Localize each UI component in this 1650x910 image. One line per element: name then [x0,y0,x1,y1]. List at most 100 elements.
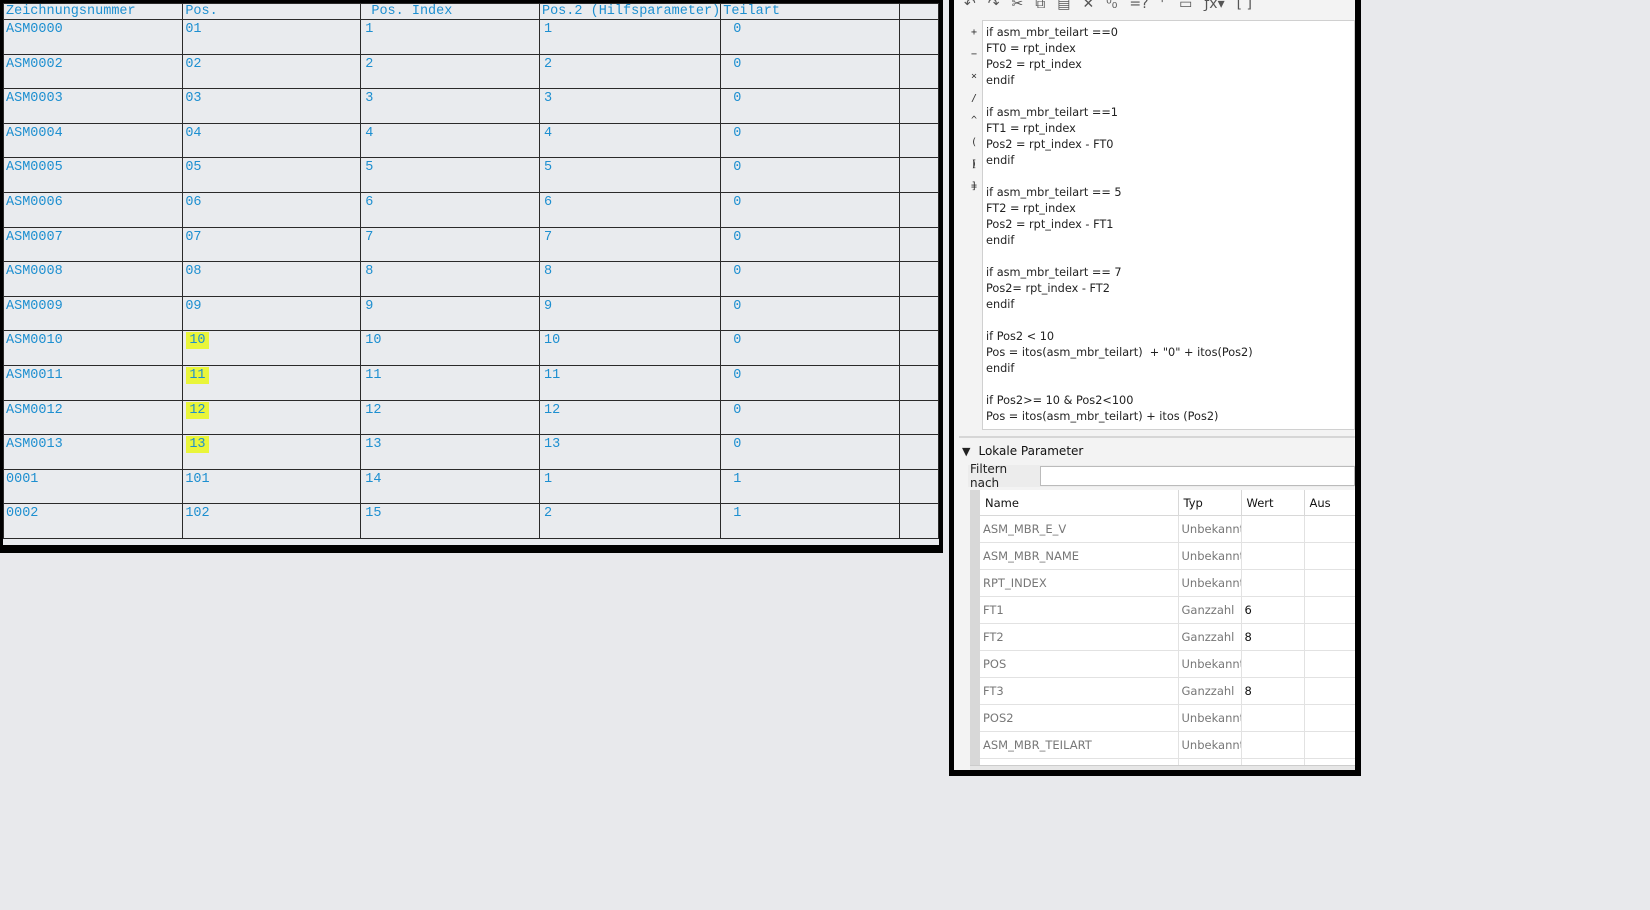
cell-pos-index[interactable]: 6 [360,191,540,228]
code-line[interactable]: if asm_mbr_teilart == 7 [986,265,1354,281]
cell-pos2[interactable]: 1 [538,19,722,55]
cell-teilart[interactable]: 0 [720,88,900,124]
cell-teilart[interactable]: 0 [720,53,900,90]
cell-pos2[interactable]: 2 [538,503,722,539]
local-parameters-header[interactable]: ▼ Lokale Parameter [959,436,1355,464]
table-row[interactable]: ASM0003 03 3 3 0 [3,88,939,124]
function-icon[interactable]: ƒx▾ [1204,0,1224,16]
table-row[interactable]: ASM0008 08 8 8 0 [3,261,939,297]
cell-pos-index[interactable]: 5 [360,157,540,193]
cell-pos2[interactable]: 6 [538,191,722,228]
code-line[interactable] [986,249,1354,265]
cell-pos-index[interactable]: 2 [360,53,540,90]
verify-icon[interactable]: =? [1129,0,1148,16]
param-column-aus[interactable]: Aus [1304,490,1355,516]
cell-zeichnungsnummer[interactable]: 0001 [3,468,184,505]
cell-pos[interactable]: 03 [182,88,362,124]
param-wert[interactable]: 8 [1241,623,1305,651]
cell-zeichnungsnummer[interactable]: ASM0002 [3,53,184,90]
cell-pos-index[interactable]: 7 [360,226,540,263]
insert-number-icon[interactable]: ⁰₀ [1106,0,1117,16]
code-line[interactable]: FT2 = rpt_index [986,201,1354,217]
cell-pos2[interactable]: 5 [538,157,722,193]
code-line[interactable]: if Pos2 < 10 [986,329,1354,345]
cell-pos2[interactable]: 10 [538,330,722,366]
parameter-row[interactable]: ASM_MBR_E_V Unbekannt [980,515,1355,543]
code-line[interactable]: Pos2 = rpt_index - FT0 [986,137,1354,153]
code-line[interactable]: FT0 = rpt_index [986,41,1354,57]
paste-icon[interactable]: ▤ [1057,0,1070,16]
code-line[interactable]: endif [986,73,1354,89]
table-row[interactable]: ASM0009 09 9 9 0 [3,295,939,332]
cell-pos-index[interactable]: 3 [360,88,540,124]
cell-pos[interactable]: 02 [182,53,362,90]
cell-pos[interactable]: 10 [182,330,362,366]
cell-teilart[interactable]: 0 [720,364,900,401]
parameter-row[interactable]: POS2 Unbekannt [980,704,1355,732]
table-row[interactable]: ASM0010 10 10 10 0 [3,330,939,366]
cell-pos[interactable]: 05 [182,157,362,193]
cell-teilart[interactable]: 0 [720,295,900,332]
cell-pos-index[interactable]: 12 [360,399,540,436]
code-line[interactable]: endif [986,297,1354,313]
cell-pos[interactable]: 102 [182,503,362,539]
table-row[interactable]: ASM0007 07 7 7 0 [3,226,939,263]
cell-zeichnungsnummer[interactable]: ASM0005 [3,157,184,193]
cell-pos[interactable]: 09 [182,295,362,332]
code-line[interactable] [986,377,1354,393]
parameter-row[interactable]: FT2 Ganzzahl 8 [980,623,1355,651]
code-line[interactable]: endif [986,361,1354,377]
code-line[interactable]: Pos2= rpt_index - FT2 [986,281,1354,297]
column-header-pos2[interactable]: Pos.2 (Hilfsparameter) [538,3,722,20]
cell-zeichnungsnummer[interactable]: ASM0011 [3,364,184,401]
copy-icon[interactable]: ⧉ [1035,0,1045,16]
param-wert[interactable] [1241,650,1305,678]
param-wert[interactable] [1241,515,1305,543]
cell-pos[interactable]: 11 [182,364,362,401]
filter-input[interactable] [1040,466,1355,486]
code-line[interactable]: if asm_mbr_teilart ==0 [986,25,1354,41]
cell-pos-index[interactable]: 1 [360,19,540,55]
cell-pos-index[interactable]: 10 [360,330,540,366]
cell-pos-index[interactable]: 15 [360,503,540,539]
parameter-row[interactable]: ASM_MBR_TEILART Unbekannt [980,731,1355,759]
cell-teilart[interactable]: 0 [720,261,900,297]
cell-teilart[interactable]: 0 [720,157,900,193]
operator-minus-button[interactable]: − [965,44,983,66]
param-column-name[interactable]: Name [980,490,1179,516]
redo-icon[interactable]: ↷ [988,0,1000,16]
param-wert[interactable]: 6 [1241,596,1305,624]
cell-pos[interactable]: 07 [182,226,362,263]
column-header-pos-index[interactable]: Pos. Index [360,3,540,20]
cell-teilart[interactable]: 0 [720,122,900,159]
cell-pos[interactable]: 01 [182,19,362,55]
cell-teilart[interactable]: 0 [720,434,900,470]
column-header-zeichnungsnummer[interactable]: Zeichnungsnummer [3,3,184,20]
parameter-row[interactable]: ASM_MBR_NAME Unbekannt [980,542,1355,570]
cell-teilart[interactable]: 0 [720,191,900,228]
bracket-icon[interactable]: [ ] [1237,0,1252,16]
operator-divide-button[interactable]: / [965,88,983,110]
cell-pos2[interactable]: 7 [538,226,722,263]
cell-zeichnungsnummer[interactable]: ASM0004 [3,122,184,159]
code-line[interactable]: endif [986,153,1354,169]
column-header-pos[interactable]: Pos. [182,3,362,20]
table-row[interactable]: ASM0002 02 2 2 0 [3,53,939,90]
cell-zeichnungsnummer[interactable]: ASM0006 [3,191,184,228]
cell-teilart[interactable]: 0 [720,19,900,55]
cell-pos2[interactable]: 8 [538,261,722,297]
cell-zeichnungsnummer[interactable]: ASM0003 [3,88,184,124]
cell-zeichnungsnummer[interactable]: ASM0000 [3,19,184,55]
cell-pos2[interactable]: 12 [538,399,722,436]
cell-pos-index[interactable]: 13 [360,434,540,470]
collapse-triangle-icon[interactable]: ▼ [962,445,970,458]
cell-pos-index[interactable]: 11 [360,364,540,401]
cell-zeichnungsnummer[interactable]: ASM0009 [3,295,184,332]
cell-zeichnungsnummer[interactable]: ASM0010 [3,330,184,366]
cell-zeichnungsnummer[interactable]: ASM0008 [3,261,184,297]
operator-brackets-button[interactable]: [ ] [965,154,983,192]
table-row[interactable]: ASM0012 12 12 12 0 [3,399,939,436]
operator-equals-button[interactable]: = [965,176,983,198]
code-line[interactable]: endif [986,233,1354,249]
code-line[interactable] [986,89,1354,105]
